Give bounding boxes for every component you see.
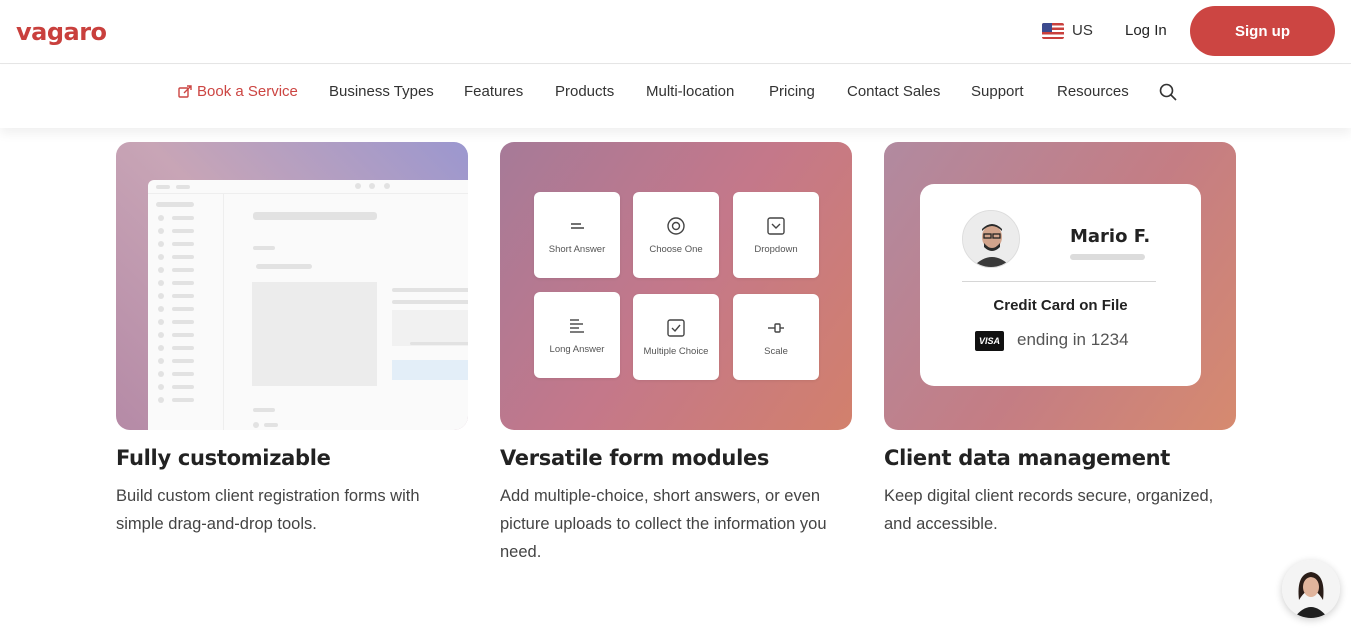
chat-support-button[interactable] [1282, 560, 1340, 618]
nav-book-a-service[interactable]: Book a Service [178, 83, 298, 100]
top-header: vagaro US Log In Sign up [0, 0, 1351, 64]
scale-icon [768, 322, 784, 333]
card-description: Add multiple-choice, short answers, or e… [500, 487, 827, 561]
form-modules-illustration: Short Answer Choose One Dropdown Long An… [500, 142, 852, 430]
module-label: Short Answer [548, 243, 606, 255]
feature-card-customizable: Fully customizable Build custom client r… [116, 142, 468, 538]
module-tile-choose-one: Choose One [633, 192, 719, 278]
card-description: Build custom client registration forms w… [116, 487, 420, 533]
short-answer-icon [571, 222, 584, 229]
client-detail-placeholder [1070, 254, 1145, 260]
signup-button[interactable]: Sign up [1190, 6, 1335, 56]
feature-card-form-modules: Short Answer Choose One Dropdown Long An… [500, 142, 852, 566]
module-label: Long Answer [549, 343, 605, 355]
support-agent-avatar-icon [1282, 560, 1340, 618]
module-label: Multiple Choice [643, 345, 709, 357]
us-flag-icon [1042, 22, 1064, 39]
module-tile-multiple-choice: Multiple Choice [633, 294, 719, 380]
card-description: Keep digital client records secure, orga… [884, 487, 1214, 533]
form-builder-illustration [116, 142, 468, 430]
visa-icon: VISA [975, 331, 1004, 351]
locale-label: US [1072, 22, 1093, 39]
nav-features[interactable]: Features [464, 83, 523, 100]
module-tile-short-answer: Short Answer [534, 192, 620, 278]
nav-support[interactable]: Support [971, 83, 1024, 100]
client-name: Mario F. [1070, 226, 1151, 247]
client-avatar [962, 210, 1020, 268]
external-link-icon [178, 84, 192, 98]
radio-icon [667, 216, 685, 235]
dropdown-icon [767, 216, 785, 235]
client-data-illustration: Mario F. Credit Card on File VISA ending… [884, 142, 1236, 430]
search-icon[interactable] [1158, 82, 1178, 102]
checkbox-icon [667, 318, 685, 337]
module-label: Scale [764, 345, 788, 357]
card-ending-text: ending in 1234 [1017, 330, 1129, 349]
module-tile-dropdown: Dropdown [733, 192, 819, 278]
divider [962, 281, 1156, 282]
client-record-card: Mario F. Credit Card on File VISA ending… [920, 184, 1201, 386]
module-tile-scale: Scale [733, 294, 819, 380]
app-mockup [148, 180, 468, 430]
card-title: Versatile form modules [500, 446, 770, 470]
main-nav: Book a Service Business Types Features P… [0, 65, 1351, 128]
long-answer-icon [570, 318, 584, 333]
nav-contact-sales[interactable]: Contact Sales [847, 83, 940, 100]
locale-selector[interactable]: US [1042, 22, 1093, 39]
module-label: Choose One [649, 243, 703, 255]
nav-products[interactable]: Products [555, 83, 614, 100]
vagaro-logo[interactable]: vagaro [16, 18, 107, 46]
nav-resources[interactable]: Resources [1057, 83, 1129, 100]
nav-book-label: Book a Service [197, 83, 298, 100]
nav-pricing[interactable]: Pricing [769, 83, 815, 100]
nav-business-types[interactable]: Business Types [329, 83, 434, 100]
card-title: Fully customizable [116, 446, 331, 470]
login-link[interactable]: Log In [1125, 22, 1167, 39]
nav-multi-location[interactable]: Multi-location [646, 83, 734, 100]
credit-card-label: Credit Card on File [993, 297, 1128, 314]
module-tile-long-answer: Long Answer [534, 292, 620, 378]
card-title: Client data management [884, 446, 1171, 470]
feature-card-client-data: Mario F. Credit Card on File VISA ending… [884, 142, 1236, 538]
module-label: Dropdown [754, 243, 798, 255]
